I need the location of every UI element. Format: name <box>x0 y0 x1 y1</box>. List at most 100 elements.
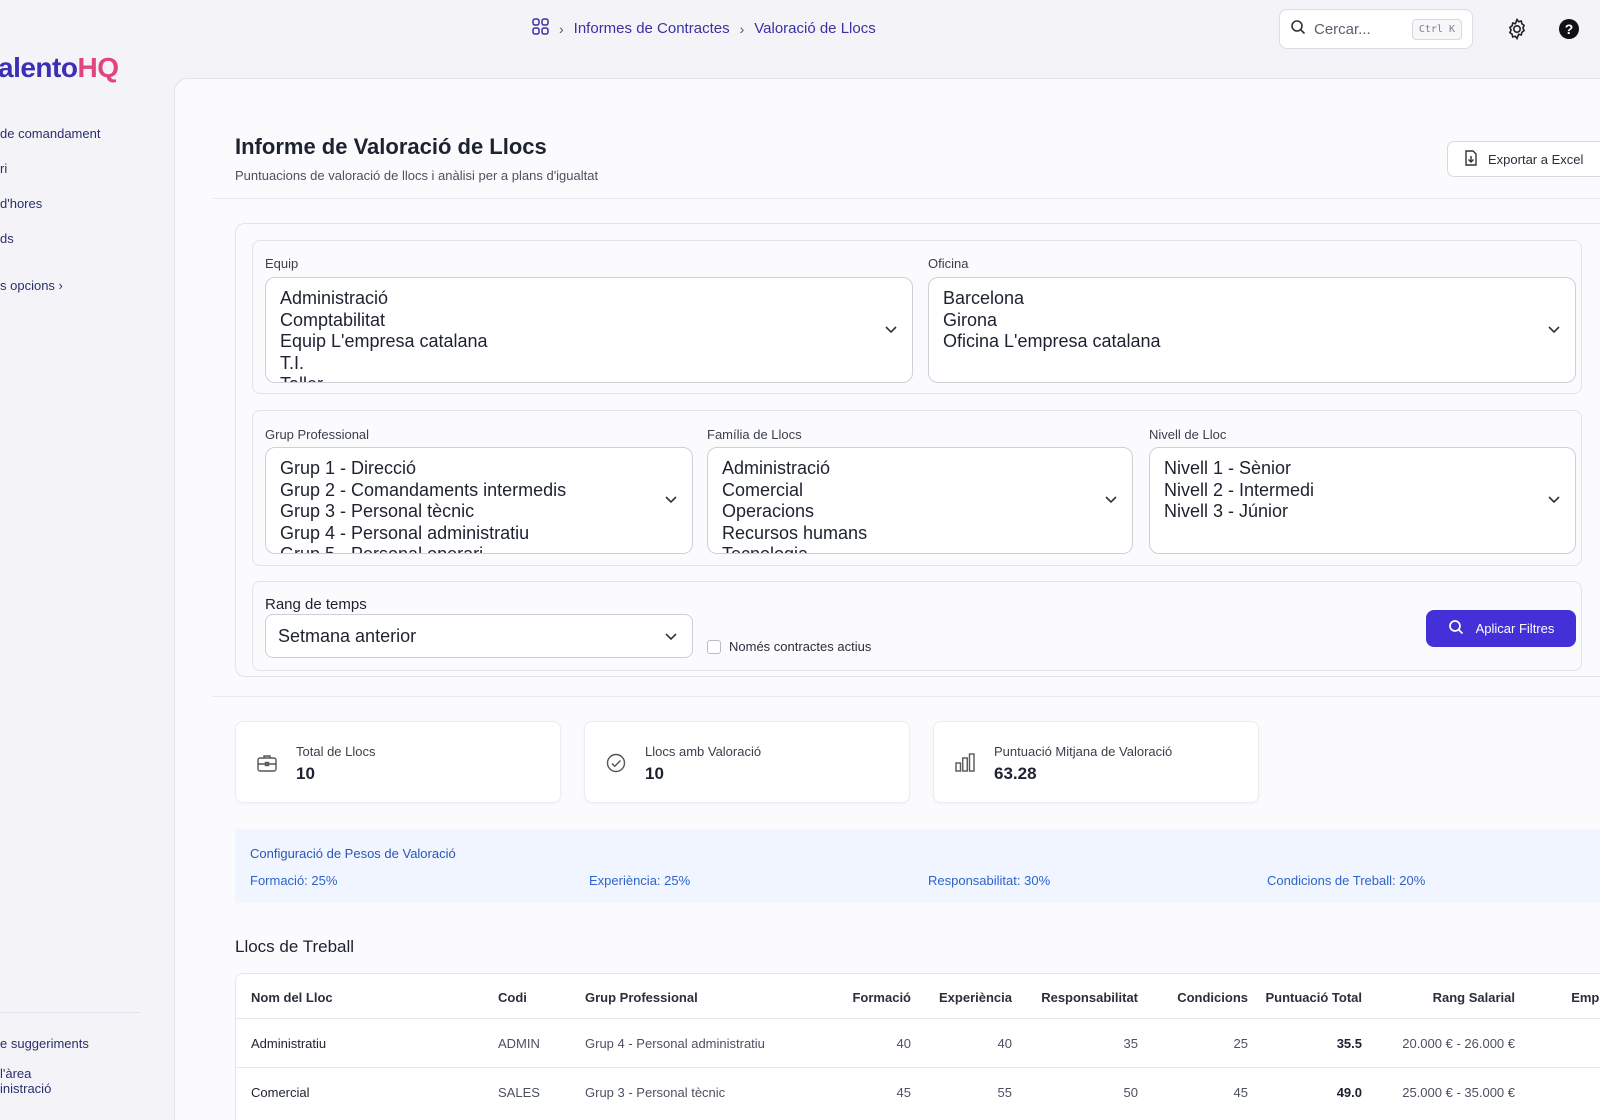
option[interactable]: Operacions <box>722 501 1118 523</box>
search-shortcut: Ctrl K <box>1411 18 1462 40</box>
option[interactable]: Grup 2 - Comandaments intermedis <box>280 480 678 502</box>
sidebar-item-dashboard[interactable]: de comandament <box>0 126 100 141</box>
option[interactable]: Grup 5 - Personal operari <box>280 544 678 553</box>
export-excel-button[interactable]: Exportar a Excel <box>1447 141 1600 177</box>
search-input[interactable]: Cercar... Ctrl K <box>1279 9 1473 49</box>
sidebar: alentoHQ de comandament ri d'hores ds s … <box>0 0 175 1120</box>
cell-salary-range: 20.000 € - 26.000 € <box>1402 1036 1515 1051</box>
column-header[interactable]: Grup Professional <box>585 990 698 1005</box>
option[interactable]: Nivell 1 - Sènior <box>1164 458 1561 480</box>
bar-chart-icon <box>954 752 976 774</box>
column-header[interactable]: Nom del Lloc <box>251 990 333 1005</box>
sidebar-item-suggestions[interactable]: e suggeriments <box>0 1036 89 1051</box>
stat-value: 10 <box>296 764 315 783</box>
time-range-select[interactable]: Setmana anterior <box>265 614 693 658</box>
cell-group: Grup 4 - Personal administratiu <box>585 1036 765 1051</box>
cell-conditions: 45 <box>1233 1085 1248 1100</box>
option[interactable]: Nivell 3 - Júnior <box>1164 501 1561 523</box>
weight-item-conditions: Condicions de Treball: 20% <box>1267 873 1426 888</box>
familia-multiselect[interactable]: Administració Comercial Operacions Recur… <box>707 447 1133 554</box>
only-active-toggle[interactable]: Només contractes actius <box>707 639 871 654</box>
apps-grid-icon[interactable] <box>532 18 549 39</box>
weights-config-panel: Configuració de Pesos de Valoració Forma… <box>235 829 1600 903</box>
filter-label-nivell: Nivell de Lloc <box>1149 427 1227 442</box>
option[interactable]: Recursos humans <box>722 523 1118 545</box>
apply-filters-label: Aplicar Filtres <box>1475 621 1555 636</box>
option[interactable]: Taller <box>280 374 898 382</box>
filter-group-job: Grup Professional Grup 1 - Direcció Grup… <box>252 410 1582 566</box>
chevron-down-icon <box>665 633 677 641</box>
nivell-multiselect[interactable]: Nivell 1 - Sènior Nivell 2 - Intermedi N… <box>1149 447 1576 554</box>
row-divider <box>236 1018 1600 1019</box>
sidebar-item-admin-line2: inistració <box>0 1081 52 1096</box>
option[interactable]: Barcelona <box>943 288 1561 310</box>
chevron-down-icon <box>1548 496 1560 504</box>
cell-code: SALES <box>498 1085 540 1100</box>
oficina-multiselect[interactable]: Barcelona Girona Oficina L'empresa catal… <box>928 277 1576 383</box>
sidebar-item-requests[interactable]: ds <box>0 231 14 246</box>
column-header[interactable]: Codi <box>498 990 527 1005</box>
stat-card-valued: Llocs amb Valoració 10 <box>584 721 910 803</box>
filter-label-grup: Grup Professional <box>265 427 370 442</box>
cell-conditions: 25 <box>1233 1036 1248 1051</box>
search-icon <box>1448 619 1464 638</box>
sidebar-item-hours[interactable]: d'hores <box>0 196 42 211</box>
option[interactable]: Comercial <box>722 480 1118 502</box>
option[interactable]: Grup 4 - Personal administratiu <box>280 523 678 545</box>
breadcrumb-contract-reports[interactable]: Informes de Contractes <box>574 20 730 37</box>
cell-experience: 40 <box>997 1036 1012 1051</box>
breadcrumb-job-valuation[interactable]: Valoració de Llocs <box>754 20 875 37</box>
column-header[interactable]: Responsabilitat <box>1041 990 1138 1005</box>
weights-title: Configuració de Pesos de Valoració <box>250 846 456 861</box>
grup-multiselect[interactable]: Grup 1 - Direcció Grup 2 - Comandaments … <box>265 447 693 554</box>
column-header[interactable]: Formació <box>852 990 911 1005</box>
row-divider <box>236 1067 1600 1068</box>
option[interactable]: Tecnologia <box>722 544 1118 553</box>
sidebar-item-more-options[interactable]: s opcions › <box>0 278 63 293</box>
cell-total-score: 35.5 <box>1336 1036 1362 1051</box>
equip-multiselect[interactable]: Administració Comptabilitat Equip L'empr… <box>265 277 913 383</box>
app-logo[interactable]: alentoHQ <box>0 52 119 84</box>
option[interactable]: Nivell 2 - Intermedi <box>1164 480 1561 502</box>
sidebar-divider <box>0 1012 140 1013</box>
sidebar-item-admin-line1: l'àrea <box>0 1066 32 1081</box>
file-export-icon <box>1464 149 1478 169</box>
cell-code: ADMIN <box>498 1036 540 1051</box>
sidebar-item-admin-area[interactable]: l'àrea inistració <box>0 1066 51 1096</box>
option[interactable]: Comptabilitat <box>280 310 898 332</box>
gear-icon[interactable] <box>1505 17 1529 41</box>
cell-salary-range: 25.000 € - 35.000 € <box>1402 1085 1515 1100</box>
main-panel: Informe de Valoració de Llocs Puntuacion… <box>174 78 1600 1120</box>
option[interactable]: Grup 3 - Personal tècnic <box>280 501 678 523</box>
column-header[interactable]: Experiència <box>939 990 1012 1005</box>
stat-label: Puntuació Mitjana de Valoració <box>994 744 1173 759</box>
stat-label: Llocs amb Valoració <box>645 744 762 759</box>
help-icon[interactable]: ? <box>1557 17 1581 41</box>
option[interactable]: Grup 1 - Direcció <box>280 458 678 480</box>
divider <box>213 696 1600 697</box>
weight-item-experience: Experiència: 25% <box>589 873 691 888</box>
column-header[interactable]: Rang Salarial <box>1433 990 1515 1005</box>
column-header[interactable]: Empleats <box>1571 990 1600 1005</box>
option[interactable]: Equip L'empresa catalana <box>280 331 898 353</box>
only-active-checkbox[interactable] <box>707 639 721 654</box>
stat-card-average: Puntuació Mitjana de Valoració 63.28 <box>933 721 1259 803</box>
option[interactable]: Girona <box>943 310 1561 332</box>
option[interactable]: Oficina L'empresa catalana <box>943 331 1561 353</box>
chevron-right-icon: › <box>559 20 564 37</box>
apply-filters-button[interactable]: Aplicar Filtres <box>1426 610 1576 647</box>
search-placeholder: Cercar... <box>1314 20 1371 38</box>
stat-value: 63.28 <box>994 764 1037 783</box>
weight-item-responsibility: Responsabilitat: 30% <box>928 873 1051 888</box>
page-subtitle: Puntuacions de valoració de llocs i anàl… <box>235 168 599 183</box>
cell-total-score: 49.0 <box>1336 1085 1362 1100</box>
column-header[interactable]: Condicions <box>1177 990 1248 1005</box>
column-header[interactable]: Puntuació Total <box>1265 990 1362 1005</box>
option[interactable]: T.I. <box>280 353 898 375</box>
cell-group: Grup 3 - Personal tècnic <box>585 1085 726 1100</box>
sidebar-item-calendar[interactable]: ri <box>0 161 7 176</box>
jobs-table: Nom del Lloc Codi Grup Professional Form… <box>235 973 1600 1120</box>
option[interactable]: Administració <box>722 458 1118 480</box>
cell-name: Comercial <box>251 1085 310 1100</box>
option[interactable]: Administració <box>280 288 898 310</box>
